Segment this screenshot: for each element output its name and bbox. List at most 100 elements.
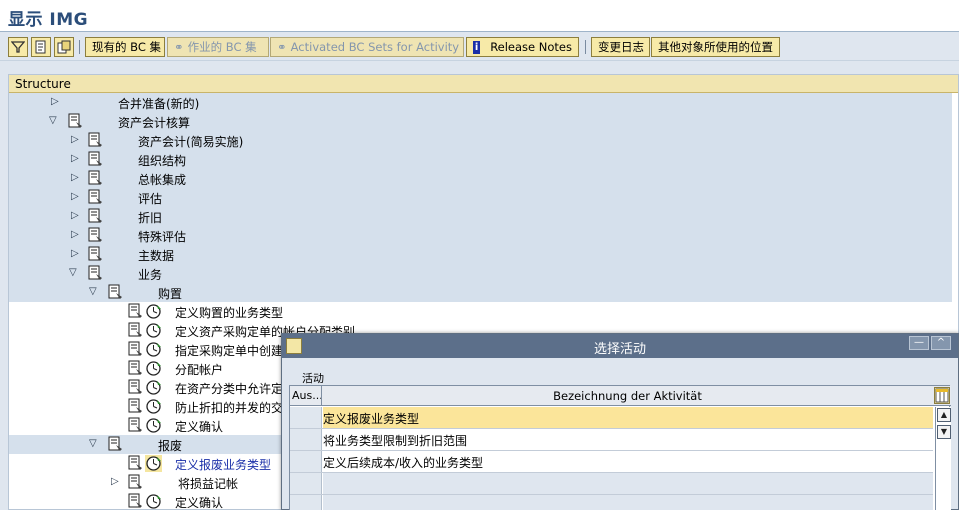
tree-node[interactable]: ▷ 评估: [9, 188, 952, 207]
tree-node[interactable]: ▷ 资产会计(简易实施): [9, 131, 952, 150]
release-notes-button[interactable]: i Release Notes: [466, 37, 579, 57]
execute-clock-icon[interactable]: [145, 341, 162, 358]
expand-arrow-icon[interactable]: ▷: [71, 229, 81, 241]
document-icon: [87, 132, 104, 149]
scroll-down-icon[interactable]: ▼: [937, 425, 951, 439]
execute-clock-icon[interactable]: [145, 322, 162, 339]
document-icon: [127, 474, 144, 491]
tree-node-label[interactable]: 定义报废业务类型: [175, 456, 271, 473]
activity-bc-sets-button[interactable]: ⚭ 作业的 BC 集: [167, 37, 269, 57]
execute-clock-icon[interactable]: [145, 360, 162, 377]
tree-node[interactable]: ▽ 资产会计核算: [9, 112, 952, 131]
expand-arrow-icon[interactable]: ▷: [71, 172, 81, 184]
execute-clock-icon[interactable]: [145, 303, 162, 320]
vertical-scrollbar[interactable]: ▲ ▼: [935, 407, 951, 510]
collapse-arrow-icon[interactable]: ▽: [49, 115, 59, 127]
document-icon: [127, 341, 144, 358]
document-icon: [127, 398, 144, 415]
tree-node-label: 组织结构: [138, 154, 187, 168]
tree-node[interactable]: ▷ 折旧: [9, 207, 952, 226]
copy-icon[interactable]: [54, 37, 74, 57]
tree-node-label: 将损益记帐: [178, 477, 239, 491]
change-log-button[interactable]: 变更日志: [591, 37, 650, 57]
row-selector[interactable]: [290, 407, 322, 428]
row-selector[interactable]: [290, 429, 322, 450]
tree-node-label: 资产会计(简易实施): [138, 135, 244, 149]
where-used-button[interactable]: 其他对象所使用的位置: [651, 37, 780, 57]
document-icon: [67, 113, 84, 130]
tree-node[interactable]: 定义购置的业务类型: [9, 302, 952, 321]
collapse-arrow-icon[interactable]: ▽: [69, 267, 79, 279]
collapse-arrow-icon[interactable]: ▽: [89, 286, 99, 298]
change-log-label: 变更日志: [598, 40, 644, 54]
table-row[interactable]: 定义报废业务类型: [290, 407, 933, 429]
where-used-label: 其他对象所使用的位置: [658, 40, 773, 54]
table-cell[interactable]: 将业务类型限制到折旧范围: [323, 429, 933, 450]
page-title: 显示 IMG: [8, 10, 89, 30]
activity-group-label: 活动: [302, 372, 324, 385]
tree-node[interactable]: ▷ 总帐集成: [9, 169, 952, 188]
dialog-titlebar[interactable]: 选择活动 — ^: [282, 334, 958, 358]
expand-arrow-icon[interactable]: ▷: [51, 96, 61, 108]
collapse-arrow-icon[interactable]: ▽: [89, 438, 99, 450]
expand-arrow-icon[interactable]: ▷: [111, 476, 121, 488]
table-cell[interactable]: 定义后续成本/收入的业务类型: [323, 451, 933, 472]
table-cell[interactable]: 定义报废业务类型: [323, 407, 933, 428]
column-header-bezeichnung[interactable]: Bezeichnung der Aktivität: [323, 386, 932, 406]
document-icon: [127, 360, 144, 377]
row-selector[interactable]: [290, 451, 322, 472]
table-row[interactable]: [290, 495, 933, 510]
table-row[interactable]: 将业务类型限制到折旧范围: [290, 429, 933, 451]
expand-arrow-icon[interactable]: ▷: [71, 210, 81, 222]
documentation-icon[interactable]: [31, 37, 51, 57]
document-icon: [127, 455, 144, 472]
tree-node[interactable]: ▷ 主数据: [9, 245, 952, 264]
scroll-up-icon[interactable]: ▲: [937, 408, 951, 422]
tree-node[interactable]: ▷ 特殊评估: [9, 226, 952, 245]
document-icon: [87, 208, 104, 225]
existing-bc-sets-button[interactable]: 现有的 BC 集: [85, 37, 165, 57]
execute-clock-icon[interactable]: [145, 379, 162, 396]
activated-bc-sets-button[interactable]: ⚭ Activated BC Sets for Activity: [270, 37, 464, 57]
table-cell[interactable]: [323, 473, 933, 494]
execute-clock-icon[interactable]: [145, 455, 162, 472]
expand-arrow-icon[interactable]: ▷: [71, 248, 81, 260]
tree-node[interactable]: ▽ 业务: [9, 264, 952, 283]
execute-clock-icon[interactable]: [145, 417, 162, 434]
tree-node[interactable]: ▷ 组织结构: [9, 150, 952, 169]
execute-clock-icon[interactable]: [145, 398, 162, 415]
tree-node-label: 主数据: [138, 249, 175, 263]
tree-node-label: 总帐集成: [138, 173, 187, 187]
execute-clock-icon[interactable]: [145, 493, 162, 510]
row-selector[interactable]: [290, 473, 322, 494]
tree-node[interactable]: ▷ 合并准备(新的): [9, 93, 952, 112]
activity-bc-sets-label: 作业的 BC 集: [187, 40, 257, 54]
tree-node-label: 合并准备(新的): [118, 97, 200, 111]
document-icon: [127, 417, 144, 434]
toolbar-separator: [79, 40, 80, 54]
tree-node-label: 定义购置的业务类型: [175, 306, 284, 320]
window-titlebar: 显示 IMG: [0, 0, 959, 32]
expand-arrow-icon[interactable]: ▷: [71, 191, 81, 203]
tree-node-label: 在资产分类中允许定: [175, 382, 284, 396]
tree-node-label: 防止折扣的并发的交: [175, 401, 284, 415]
minimize-icon[interactable]: —: [909, 336, 929, 350]
tree-node-label: 定义确认: [175, 420, 224, 434]
expand-arrow-icon[interactable]: ▷: [71, 153, 81, 165]
tree-node[interactable]: ▽ 购置: [9, 283, 952, 302]
dialog-title: 选择活动: [593, 342, 646, 357]
tree-node-label: 折旧: [138, 211, 163, 225]
maximize-icon[interactable]: ^: [931, 336, 951, 350]
table-row[interactable]: [290, 473, 933, 495]
row-selector[interactable]: [290, 495, 322, 510]
table-cell[interactable]: [323, 495, 933, 510]
activated-bc-sets-label: Activated BC Sets for Activity: [290, 40, 460, 54]
document-icon: [87, 246, 104, 263]
table-row[interactable]: 定义后续成本/收入的业务类型: [290, 451, 933, 473]
tree-node-label: 定义确认: [175, 496, 224, 510]
filter-icon[interactable]: [8, 37, 28, 57]
expand-arrow-icon[interactable]: ▷: [71, 134, 81, 146]
table-settings-icon[interactable]: [934, 387, 950, 404]
bc-set-icon: ⚭: [277, 40, 287, 54]
column-header-aus[interactable]: Aus...: [290, 386, 322, 406]
